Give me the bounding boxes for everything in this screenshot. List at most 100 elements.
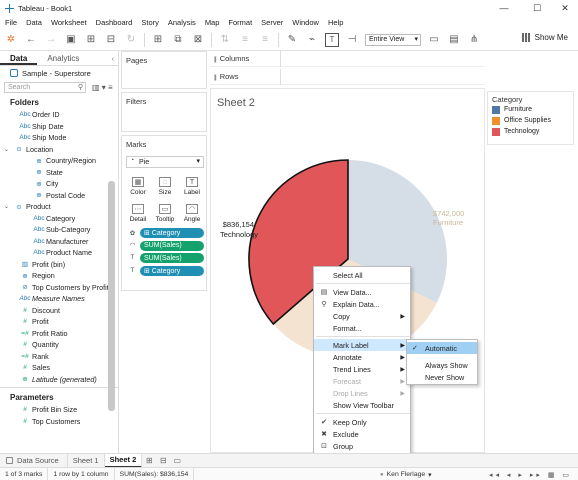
submenu-item-automatic[interactable]: ✓ Automatic [407, 342, 477, 354]
menu-story[interactable]: Story [141, 18, 159, 27]
legend-item-technology[interactable]: Technology [488, 126, 573, 137]
new-dashboard-tab-icon[interactable]: ⊟ [156, 454, 170, 468]
share-icon[interactable]: ⋔ [467, 33, 481, 47]
field-order-id[interactable]: Abc Order ID [0, 109, 118, 121]
field-state[interactable]: ⊕ State [0, 167, 118, 179]
mark-type-select[interactable]: Pie [126, 156, 204, 168]
parameter-profit-bin-size[interactable]: # Profit Bin Size [0, 404, 118, 416]
menu-item-select-all[interactable]: Select All [314, 269, 412, 281]
menu-help[interactable]: Help [328, 18, 343, 27]
parameter-top-customers[interactable]: # Top Customers [0, 416, 118, 428]
menu-item-annotate[interactable]: Annotate ▶ [314, 351, 412, 363]
pages-shelf[interactable]: Pages [121, 51, 207, 89]
datasource-tab[interactable]: Data Source [0, 453, 68, 468]
menu-map[interactable]: Map [205, 18, 220, 27]
columns-shelf[interactable]: Columns [210, 51, 485, 67]
menu-item-trend-lines[interactable]: Trend Lines ▶ [314, 363, 412, 375]
clear-sheet-icon[interactable]: ⊠ [191, 33, 205, 47]
user-menu[interactable]: Ken Flerlage [380, 468, 432, 480]
menu-item-mark-label[interactable]: Mark Label ▶ [314, 339, 412, 351]
field-manufacturer[interactable]: Abc Manufacturer [0, 236, 118, 248]
new-sheet-icon[interactable]: ⊟ [104, 33, 118, 47]
field-product[interactable]: ⌄ ⊙ Product [0, 201, 118, 213]
new-datasource-icon[interactable]: ⊞ [84, 33, 98, 47]
search-input[interactable]: Search ⚲ [4, 82, 86, 93]
data-pane-scrollbar[interactable] [108, 181, 115, 411]
legend-item-furniture[interactable]: Furniture [488, 104, 573, 115]
sort-asc-icon[interactable]: ≡ [238, 33, 252, 47]
legend-item-office-supplies[interactable]: Office Supplies [488, 115, 573, 126]
field-location[interactable]: ⌄ ⊙ Location [0, 144, 118, 156]
view-options-icon[interactable]: ▥ ▾ ≡ [92, 83, 113, 92]
new-story-tab-icon[interactable]: ▭ [170, 454, 184, 468]
maximize-button[interactable]: ☐ [522, 0, 552, 16]
menu-item-explain-data[interactable]: ⚲ Explain Data... [314, 298, 412, 310]
rows-shelf[interactable]: Rows [210, 69, 485, 85]
collapse-chevron-icon[interactable]: ⌄ [4, 146, 12, 153]
submenu-item-never-show[interactable]: Never Show [407, 371, 477, 383]
menu-dashboard[interactable]: Dashboard [96, 18, 133, 27]
field-ship-date[interactable]: Abc Ship Date [0, 121, 118, 133]
refresh-icon[interactable]: ↻ [124, 33, 138, 47]
highlight-icon[interactable]: ✎ [285, 33, 299, 47]
tab-analytics[interactable]: Analytics [37, 51, 89, 65]
marks-angle-button[interactable]: ◠ Angle [180, 199, 204, 223]
undo-icon[interactable]: ← [24, 33, 38, 47]
field-rank[interactable]: =# Rank [0, 351, 118, 363]
menu-data[interactable]: Data [26, 18, 42, 27]
field-city[interactable]: ⊕ City [0, 178, 118, 190]
attach-icon[interactable]: ⌁ [305, 33, 319, 47]
menu-window[interactable]: Window [292, 18, 319, 27]
field-profit-bin[interactable]: ▥ Profit (bin) [0, 259, 118, 271]
duplicate-icon[interactable]: ⧉ [171, 33, 185, 47]
menu-item-format[interactable]: Format... [314, 322, 412, 334]
field-product-name[interactable]: Abc Product Name [0, 247, 118, 259]
tooltip-icon[interactable]: ▤ [447, 33, 461, 47]
save-icon[interactable]: ▣ [64, 33, 78, 47]
marks-tooltip-button[interactable]: ▭ Tooltip [153, 199, 177, 223]
swap-icon[interactable]: ⇅ [218, 33, 232, 47]
menu-analysis[interactable]: Analysis [168, 18, 196, 27]
field-category[interactable]: Abc Category [0, 213, 118, 225]
view-mode-select[interactable]: Entire View [365, 33, 421, 46]
field-postal-code[interactable]: ⊕ Postal Code [0, 190, 118, 202]
field-quantity[interactable]: # Quantity [0, 339, 118, 351]
sheet-navigation[interactable]: ◂◂ ◂ ▸ ▸▸ ▦ ▭ [489, 468, 572, 480]
menu-format[interactable]: Format [228, 18, 252, 27]
field-ship-mode[interactable]: Abc Ship Mode [0, 132, 118, 144]
field-region[interactable]: ⊕ Region [0, 270, 118, 282]
field-country-region[interactable]: ⊕ Country/Region [0, 155, 118, 167]
collapse-chevron-icon[interactable]: ⌄ [4, 203, 12, 210]
menu-item-copy[interactable]: Copy ▶ [314, 310, 412, 322]
tab-data[interactable]: Data [0, 51, 38, 65]
labels-icon[interactable]: T [325, 32, 339, 47]
field-top-customers-by-profit[interactable]: ⊘ Top Customers by Profit [0, 282, 118, 294]
field-measure-names[interactable]: Abc Measure Names [0, 293, 118, 305]
marks-size-button[interactable]: ◌ Size [153, 172, 177, 196]
filters-shelf[interactable]: Filters [121, 92, 207, 132]
sort-desc-icon[interactable]: ≡ [258, 33, 272, 47]
minimize-pane-icon[interactable]: ‹ [112, 51, 119, 65]
new-worksheet-tab-icon[interactable]: ⊞ [142, 454, 156, 468]
menu-item-group[interactable]: ⊡ Group [314, 440, 412, 452]
menu-file[interactable]: File [5, 18, 17, 27]
tab-sheet-1[interactable]: Sheet 1 [68, 453, 105, 468]
submenu-item-always-show[interactable]: Always Show [407, 359, 477, 371]
menu-item-view-data[interactable]: ▤ View Data... [314, 286, 412, 298]
field-discount[interactable]: # Discount [0, 305, 118, 317]
marks-pill-category[interactable]: ⊞ Category [140, 265, 204, 276]
marks-detail-button[interactable]: ⋯ Detail [126, 199, 150, 223]
new-worksheet-icon[interactable]: ⊞ [151, 33, 165, 47]
redo-icon[interactable]: → [44, 33, 58, 47]
field-sub-category[interactable]: Abc Sub-Category [0, 224, 118, 236]
marks-pill-category[interactable]: ⊞ Category [140, 228, 204, 238]
tab-sheet-2[interactable]: Sheet 2 [104, 453, 143, 468]
minimize-button[interactable]: — [489, 0, 519, 16]
close-button[interactable]: ✕ [550, 0, 578, 16]
menu-item-show-view-toolbar[interactable]: Show View Toolbar [314, 399, 412, 411]
show-me-button[interactable]: Show Me [521, 33, 568, 42]
menu-server[interactable]: Server [261, 18, 283, 27]
marks-color-button[interactable]: ▦ Color [126, 172, 150, 196]
menu-item-keep-only[interactable]: ✔ Keep Only [314, 416, 412, 428]
pin-icon[interactable]: ⊣ [345, 33, 359, 47]
